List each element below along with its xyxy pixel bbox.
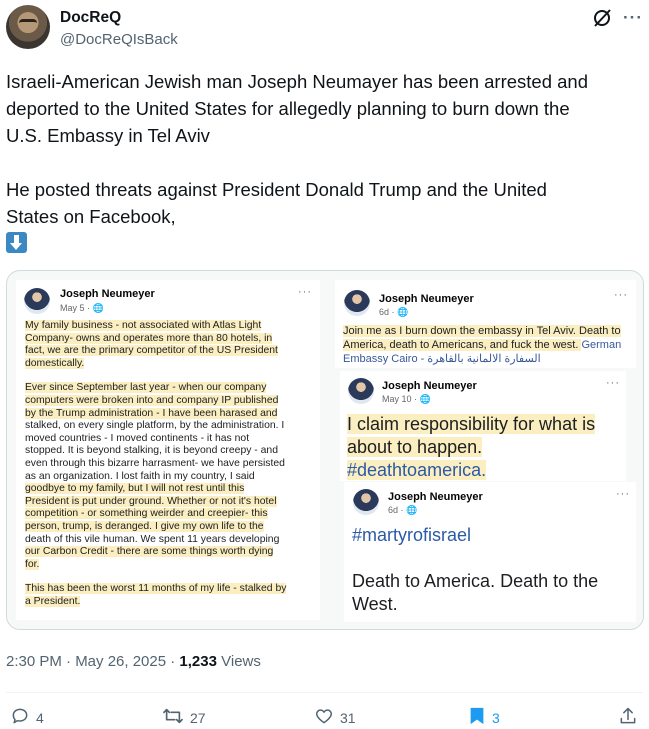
down-arrow-emoji-icon	[6, 232, 27, 253]
tweet-timestamp[interactable]: 2:30 PM · May 26, 2025 ·	[6, 653, 179, 670]
post-hashtag: #martyrofisrael	[352, 525, 472, 545]
tweet-action-bar: 4 27 31 3	[6, 706, 643, 728]
tweet-media-image[interactable]: Joseph Neumeyer May 5 · 🌐 ··· My family …	[6, 270, 644, 630]
poster-name: Joseph Neumeyer	[388, 491, 483, 503]
views-count: 1,233	[179, 653, 217, 670]
bookmark-button[interactable]: 3	[468, 706, 500, 729]
post-date: 6d · 🌐	[379, 307, 409, 317]
reply-icon	[10, 706, 30, 729]
post-body: Death to America. Death to the West.	[352, 571, 599, 614]
bookmark-icon	[468, 706, 486, 729]
post-date: May 5 · 🌐	[60, 303, 104, 313]
poster-name: Joseph Neumeyer	[382, 380, 477, 392]
tweet-line: U.S. Embassy in Tel Aviv	[6, 125, 210, 146]
facebook-post-screenshot: Joseph Neumeyer May 5 · 🌐 ··· My family …	[16, 280, 320, 620]
tweet-meta: 2:30 PM · May 26, 2025 · 1,233 Views	[6, 653, 261, 670]
post-body: Join me as I burn down the embassy in Te…	[343, 325, 622, 365]
post-menu-icon: ···	[616, 488, 630, 500]
repost-icon	[162, 706, 184, 729]
bookmark-count: 3	[492, 709, 500, 726]
facebook-post-screenshot: Joseph Neumeyer 6d · 🌐 ··· Join me as I …	[335, 280, 636, 368]
post-body: I claim responsibility for what is about…	[347, 414, 596, 480]
post-date: May 10 · 🌐	[382, 394, 431, 404]
tweet-text: Israeli-American Jewish man Joseph Neuma…	[6, 68, 636, 257]
tweet-line: States on Facebook,	[6, 206, 176, 227]
post-date: 6d · 🌐	[388, 505, 418, 515]
facebook-post-screenshot: Joseph Neumeyer 6d · 🌐 ··· #martyrofisra…	[344, 482, 636, 622]
poster-name: Joseph Neumeyer	[60, 288, 155, 300]
share-button[interactable]	[618, 706, 638, 729]
poster-avatar	[24, 288, 50, 314]
poster-avatar	[348, 378, 374, 404]
poster-avatar	[353, 489, 379, 515]
reply-count: 4	[36, 709, 44, 726]
author-name[interactable]: DocReQ	[60, 9, 121, 27]
author-avatar[interactable]	[6, 5, 50, 49]
share-icon	[618, 706, 638, 729]
poster-avatar	[344, 290, 370, 316]
post-menu-icon: ···	[298, 286, 312, 298]
views-label: Views	[216, 653, 261, 670]
tweet-line: Israeli-American Jewish man Joseph Neuma…	[6, 71, 589, 92]
repost-count: 27	[190, 709, 206, 726]
poster-name: Joseph Neumeyer	[379, 293, 474, 305]
repost-button[interactable]: 27	[162, 706, 206, 729]
post-menu-icon: ···	[606, 377, 620, 389]
tweet-line: deported to the United States for allege…	[6, 98, 570, 119]
heart-icon	[314, 706, 334, 729]
author-handle[interactable]: @DocReQIsBack	[60, 31, 178, 48]
like-count: 31	[340, 709, 356, 726]
divider	[6, 692, 643, 693]
globe-icon: 🌐	[92, 303, 104, 313]
tweet-line: He posted threats against President Dona…	[6, 179, 547, 200]
facebook-post-screenshot: Joseph Neumeyer May 10 · 🌐 ··· I claim r…	[340, 371, 626, 481]
like-button[interactable]: 31	[314, 706, 356, 729]
reply-button[interactable]: 4	[10, 706, 44, 729]
grok-slash-icon[interactable]	[591, 7, 613, 29]
header-actions: ···	[591, 7, 643, 29]
more-dots-icon[interactable]: ···	[623, 8, 643, 28]
tweet-header: DocReQ @DocReQIsBack ···	[6, 5, 643, 55]
post-body: My family business - not associated with…	[25, 320, 287, 607]
post-menu-icon: ···	[614, 289, 628, 301]
